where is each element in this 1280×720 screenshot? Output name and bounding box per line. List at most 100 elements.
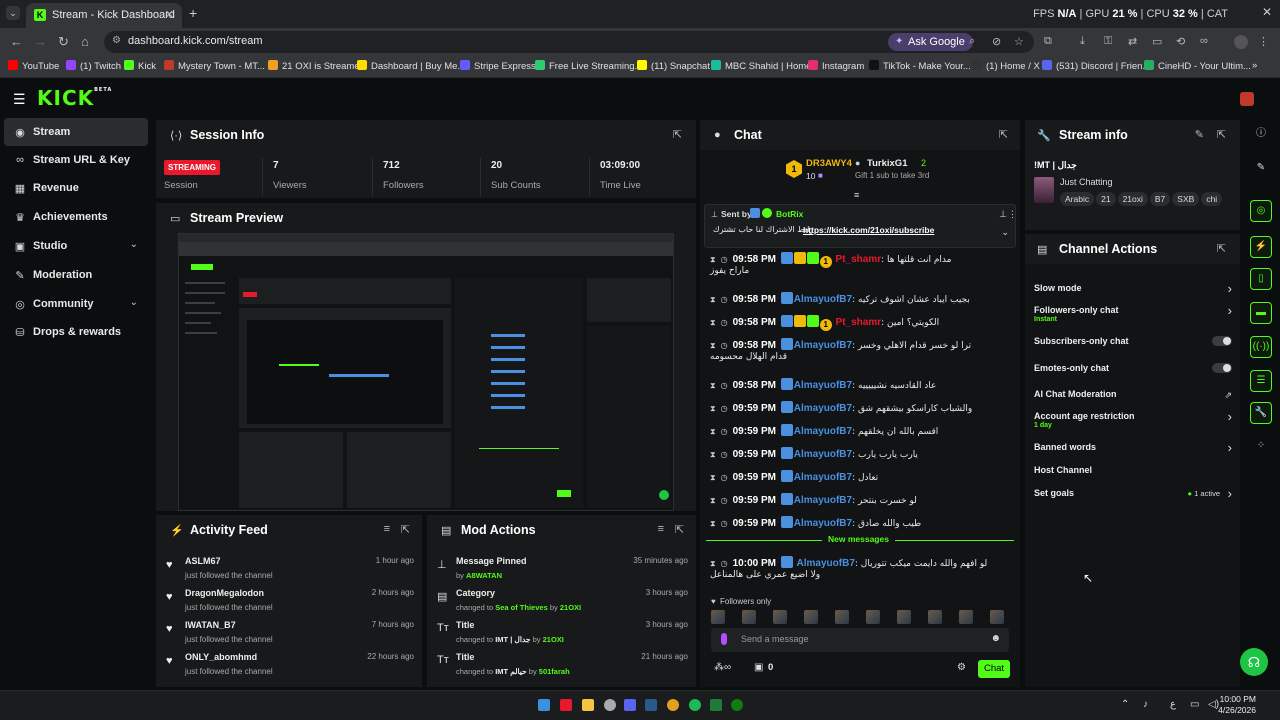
message-user[interactable]: AlmayuofB7 bbox=[794, 426, 852, 437]
filter-icon[interactable]: ≡ bbox=[384, 523, 390, 535]
ask-google-button[interactable]: Ask Google bbox=[888, 33, 973, 51]
zoom-icon[interactable]: ⌕ bbox=[969, 35, 975, 48]
set-goals-row[interactable]: Set goals ● 1 active › bbox=[1034, 486, 1232, 508]
tray-chevron-icon[interactable]: ⌃ bbox=[1121, 699, 1129, 710]
forward-icon[interactable]: → bbox=[34, 34, 47, 49]
tab-search-button[interactable]: ⌄ bbox=[6, 6, 20, 20]
popout-icon[interactable]: ⇱ bbox=[999, 128, 1008, 141]
settings-gear-icon[interactable]: ⚙ bbox=[957, 662, 966, 673]
category-thumbnail[interactable] bbox=[1034, 177, 1054, 203]
bookmark-item[interactable]: CineHD - Your Ultim... bbox=[1144, 60, 1251, 72]
mod-action-user[interactable]: 501farah bbox=[539, 667, 570, 676]
network-icon[interactable]: ▭ bbox=[1190, 699, 1199, 710]
xbox-icon[interactable] bbox=[731, 699, 743, 711]
send-chat-button[interactable]: Chat bbox=[978, 660, 1010, 678]
wallet-icon[interactable]: ▭ bbox=[1152, 35, 1162, 48]
message-user[interactable]: AlmayuofB7 bbox=[794, 380, 852, 391]
language-indicator[interactable]: ع bbox=[1170, 699, 1176, 710]
host-channel-row[interactable]: Host Channel bbox=[1034, 463, 1232, 485]
chat-quick-icon[interactable]: ▬ bbox=[1250, 302, 1272, 324]
chevron-down-icon[interactable]: ⌄ bbox=[1001, 227, 1009, 238]
history-icon[interactable]: ⟲ bbox=[1176, 35, 1185, 48]
popout-icon[interactable]: ⇱ bbox=[401, 523, 410, 536]
emote-icon[interactable] bbox=[866, 610, 880, 624]
banned-words-row[interactable]: Banned words › bbox=[1034, 440, 1232, 462]
emotes-only-toggle[interactable] bbox=[1212, 363, 1232, 373]
emote-icon[interactable] bbox=[711, 610, 725, 624]
hamburger-menu-icon[interactable]: ☰ bbox=[13, 91, 26, 108]
address-bar[interactable]: ⚙ dashboard.kick.com/stream Ask Google ⌕… bbox=[104, 31, 1034, 53]
bookmark-item[interactable]: Instagram bbox=[808, 60, 864, 72]
sidebar-item-moderation[interactable]: ✎ Moderation bbox=[4, 261, 148, 289]
windows-start-icon[interactable] bbox=[538, 699, 550, 711]
mod-action-user[interactable]: 21OXI bbox=[560, 603, 581, 612]
new-tab-button[interactable]: + bbox=[189, 5, 197, 21]
obs-icon[interactable] bbox=[604, 699, 616, 711]
bookmark-item[interactable]: Kick bbox=[124, 60, 156, 72]
bookmark-item[interactable]: Free Live Streaming... bbox=[535, 60, 642, 72]
activity-user[interactable]: IWATAN_B7 bbox=[185, 620, 236, 630]
tag-chip[interactable]: 21 bbox=[1096, 192, 1116, 206]
emoji-icon[interactable]: ☻ bbox=[990, 633, 1001, 644]
extensions-icon[interactable]: ⧉ bbox=[1044, 35, 1052, 48]
message-user[interactable]: AlmayuofB7 bbox=[794, 340, 852, 351]
stream-video[interactable] bbox=[178, 233, 674, 511]
edit-icon[interactable]: ✎ bbox=[1195, 128, 1204, 141]
emote-icon[interactable] bbox=[804, 610, 818, 624]
tag-chip[interactable]: SXB bbox=[1172, 192, 1200, 206]
clip-quick-icon[interactable]: ▯ bbox=[1250, 268, 1272, 290]
window-controls[interactable]: ✕ bbox=[1262, 5, 1272, 19]
message-user[interactable]: AlmayuofB7 bbox=[794, 294, 852, 305]
bookmark-item[interactable]: YouTube bbox=[8, 60, 59, 72]
popout-icon[interactable]: ⇱ bbox=[673, 128, 682, 141]
discord-taskbar-icon[interactable] bbox=[624, 699, 636, 711]
activity-user[interactable]: ASLM67 bbox=[185, 556, 221, 566]
file-explorer-icon[interactable] bbox=[582, 699, 594, 711]
filter-icon[interactable]: ≡ bbox=[658, 523, 664, 535]
bookmark-item[interactable]: TikTok - Make Your... bbox=[869, 60, 971, 72]
bookmark-item[interactable]: 21 OXI is Streamer bbox=[268, 60, 363, 72]
chrome-icon[interactable] bbox=[667, 699, 679, 711]
activity-user[interactable]: ONLY_abomhmd bbox=[185, 652, 257, 662]
mod-action-value[interactable]: A8WATAN bbox=[466, 571, 502, 580]
info-icon[interactable]: ⓘ bbox=[1250, 124, 1272, 146]
profile-avatar[interactable] bbox=[1234, 35, 1248, 49]
message-user[interactable]: AlmayuofB7 bbox=[794, 403, 852, 414]
spotify-icon[interactable] bbox=[689, 699, 701, 711]
message-user[interactable]: AlmayuofB7 bbox=[797, 558, 855, 569]
edit-icon[interactable]: ✎ bbox=[1250, 158, 1272, 180]
message-user[interactable]: AlmayuofB7 bbox=[794, 472, 852, 483]
mic-icon[interactable] bbox=[721, 633, 727, 645]
emote-icon[interactable] bbox=[773, 610, 787, 624]
tag-chip[interactable]: 21oxi bbox=[1117, 192, 1148, 206]
category-name[interactable]: Just Chatting bbox=[1060, 177, 1113, 187]
bookmark-star-icon[interactable]: ☆ bbox=[1014, 35, 1024, 48]
message-user[interactable]: AlmayuofB7 bbox=[794, 518, 852, 529]
sidebar-item-studio[interactable]: ▣ Studio ⌄ bbox=[4, 232, 148, 260]
pinned-link[interactable]: https://kick.com/21oxi/subscribe bbox=[803, 225, 934, 235]
subscribers-only-toggle[interactable] bbox=[1212, 336, 1232, 346]
activity-user[interactable]: DragonMegalodon bbox=[185, 588, 264, 598]
top-gifter-name[interactable]: DR3AWY4 bbox=[806, 158, 852, 169]
pinned-user[interactable]: BotRix bbox=[776, 209, 803, 219]
new-messages-divider[interactable]: New messages bbox=[706, 534, 1014, 544]
emote-icon[interactable] bbox=[990, 610, 1004, 624]
second-gifter-name[interactable]: TurkixG1 bbox=[867, 158, 907, 169]
account-age-row[interactable]: Account age restriction 1 day › bbox=[1034, 409, 1232, 431]
bookmark-item[interactable]: Stripe Express bbox=[460, 60, 536, 72]
translate-icon[interactable]: ⇄ bbox=[1128, 35, 1137, 48]
mod-action-user[interactable]: 21OXI bbox=[543, 635, 564, 644]
broadcast-quick-icon[interactable]: ((·)) bbox=[1250, 336, 1272, 358]
bookmark-item[interactable]: (531) Discord | Frien... bbox=[1042, 60, 1150, 72]
kick-logo[interactable]: KICKBETA bbox=[37, 86, 112, 110]
download-icon[interactable]: ⤓ bbox=[1080, 35, 1085, 48]
close-tab-icon[interactable]: ✕ bbox=[165, 8, 174, 21]
hide-icon[interactable]: ⊘ bbox=[992, 35, 1001, 48]
password-icon[interactable]: ⚿ bbox=[1104, 35, 1112, 48]
back-icon[interactable]: ← bbox=[10, 34, 23, 49]
browser-menu-icon[interactable]: ⋮ bbox=[1258, 35, 1269, 48]
home-icon[interactable]: ⌂ bbox=[81, 34, 89, 49]
bolt-quick-icon[interactable]: ⚡ bbox=[1250, 236, 1272, 258]
emote-icon[interactable] bbox=[928, 610, 942, 624]
message-user[interactable]: Pt_shamr bbox=[836, 254, 882, 265]
